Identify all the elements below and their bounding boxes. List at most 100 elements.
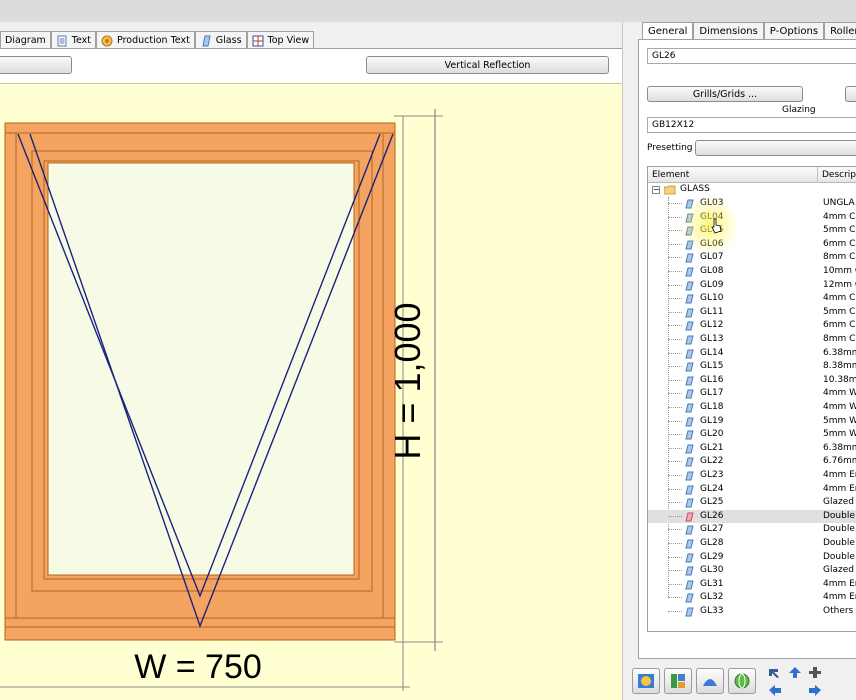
tab-general[interactable]: General: [642, 22, 694, 39]
glass-icon: [685, 580, 694, 590]
tree-branch: [668, 420, 682, 422]
vertical-reflection-button[interactable]: Vertical Reflection: [366, 56, 609, 74]
tree-item-gl27[interactable]: GL27 Double: [648, 523, 856, 537]
shape-tool-button[interactable]: [696, 668, 724, 694]
tree-item-description: 5mm Wh: [823, 429, 856, 440]
tree-item-gl08[interactable]: GL08 10mm C: [648, 265, 856, 279]
horizontal-reflection-button[interactable]: [0, 56, 72, 74]
tree-item-code: GL17: [700, 388, 724, 399]
tab-roller-shutter[interactable]: Roller Sh: [824, 22, 856, 39]
grills-grids-button[interactable]: Grills/Grids ...: [647, 86, 803, 102]
glass-icon: [685, 253, 694, 263]
tree-item-gl20[interactable]: GL20 5mm Wh: [648, 428, 856, 442]
tree-item-code: GL15: [700, 361, 724, 372]
tree-item-code: GL18: [700, 402, 724, 412]
tree-item-code: GL27: [700, 524, 724, 535]
tree-item-code: GL30: [700, 565, 724, 576]
column-description[interactable]: Descript: [818, 167, 856, 183]
tree-item-gl10[interactable]: GL10 4mm Cle: [648, 292, 856, 306]
secondary-button[interactable]: [845, 86, 856, 102]
tree-item-description: 5mm Wh: [823, 415, 856, 426]
tree-item-gl04[interactable]: GL044mm Cle: [648, 211, 856, 225]
tree-item-gl14[interactable]: GL14 6.38mm: [648, 347, 856, 361]
tree-item-code: GL14: [700, 347, 724, 358]
drawing-canvas[interactable]: H = 1,000 W = 750: [0, 83, 622, 700]
glass-code-field[interactable]: GL26: [647, 48, 856, 64]
tree-item-code: GL13: [700, 334, 724, 344]
column-element[interactable]: Element: [648, 167, 818, 183]
tab-glass[interactable]: Glass: [194, 31, 247, 49]
tree-branch: [668, 243, 682, 245]
tree-item-description: 4mm Cle: [823, 211, 856, 222]
tab-top-view[interactable]: Top View: [246, 31, 315, 49]
tree-item-code: GL23: [700, 470, 724, 480]
tree-item-description: Double: [823, 524, 855, 535]
tree-item-description: Double: [823, 538, 855, 548]
tab-diagram[interactable]: Diagram: [0, 31, 51, 49]
tree-item-gl17[interactable]: GL17 4mm Wh: [648, 387, 856, 401]
arrow-left-icon[interactable]: [768, 684, 782, 697]
arrow-right-icon[interactable]: [808, 684, 822, 697]
folder-icon: [664, 185, 676, 195]
tree-branch: [668, 298, 682, 300]
tree-item-description: 6mm Cle: [823, 320, 856, 331]
tree-item-gl30[interactable]: GL30 Glazed 4: [648, 564, 856, 578]
tree-item-gl31[interactable]: GL31 4mm En: [648, 578, 856, 592]
tree-item-gl16[interactable]: GL16 10.38mm: [648, 374, 856, 388]
tree-item-gl09[interactable]: GL09 12mm C: [648, 279, 856, 293]
tree-item-gl24[interactable]: GL24 4mm En: [648, 483, 856, 497]
layout-tool-button[interactable]: [664, 668, 692, 694]
tab-label: Top View: [267, 35, 310, 46]
tree-item-gl29[interactable]: GL29 Double: [648, 551, 856, 565]
tree-item-code: GL24: [700, 483, 724, 494]
tree-item-description: 6.38mm: [823, 442, 856, 453]
tree-item-gl13[interactable]: GL13 8mm Cle: [648, 333, 856, 347]
tree-item-gl19[interactable]: GL19 5mm Wh: [648, 415, 856, 429]
tree-item-gl18[interactable]: GL18 4mm Wh: [648, 401, 856, 415]
tree-item-gl32[interactable]: GL32 4mm En: [648, 591, 856, 605]
globe-icon: [734, 673, 750, 689]
tree-item-gl12[interactable]: GL12 6mm Cle: [648, 319, 856, 333]
tree-root[interactable]: − GLASS: [648, 183, 856, 197]
tree-item-gl25[interactable]: GL25 Glazed: [648, 496, 856, 510]
arrow-up-left-icon[interactable]: [768, 666, 782, 679]
tree-item-gl21[interactable]: GL21 6.38mm: [648, 442, 856, 456]
tab-production-text[interactable]: Production Text: [96, 31, 195, 49]
tree-item-gl28[interactable]: GL28 Double: [648, 537, 856, 551]
pane-splitter[interactable]: [622, 22, 632, 700]
tree-item-gl11[interactable]: GL11 5mm Cle: [648, 306, 856, 320]
glass-icon: [685, 349, 694, 359]
tree-item-code: GL32: [700, 592, 724, 603]
tree-item-gl23[interactable]: GL23 4mm En: [648, 469, 856, 483]
tab-p-options[interactable]: P-Options: [763, 22, 825, 39]
tree-item-gl15[interactable]: GL15 8.38mm: [648, 360, 856, 374]
tree-item-code: GL06: [700, 238, 724, 249]
tab-text[interactable]: Text: [50, 31, 97, 49]
glazing-select[interactable]: GB12X12: [647, 117, 856, 133]
collapse-icon[interactable]: −: [652, 186, 660, 194]
glass-icon: [685, 199, 694, 209]
presetting-select[interactable]: [695, 140, 856, 156]
tree-item-code: GL28: [700, 538, 724, 548]
tree-branch: [668, 488, 682, 490]
tree-item-gl22[interactable]: GL22 6.76mm: [648, 455, 856, 469]
plus-icon[interactable]: [808, 666, 822, 679]
cursor-hand-icon: [711, 218, 722, 234]
tree-item-gl03[interactable]: GL03 UNGLA: [648, 197, 856, 211]
tree-item-gl06[interactable]: GL06 6mm Cle: [648, 238, 856, 252]
document-icon: [57, 35, 67, 46]
glass-icon: [685, 485, 694, 495]
glass-icon: [685, 553, 694, 563]
tree-item-gl26[interactable]: GL26 Double: [648, 509, 856, 524]
glass-icon: [685, 417, 694, 427]
tree-branch: [668, 597, 682, 599]
web-tool-button[interactable]: [728, 668, 756, 694]
tab-dimensions[interactable]: Dimensions: [693, 22, 764, 39]
tree-item-gl05[interactable]: GL055mm Cle: [648, 224, 856, 238]
tree-item-gl33[interactable]: GL33 Others: [648, 605, 856, 619]
bottom-toolbar: [632, 664, 856, 700]
arrow-up-icon[interactable]: [788, 666, 802, 679]
tree-branch: [668, 556, 682, 558]
image-tool-button[interactable]: [632, 668, 660, 694]
tree-item-gl07[interactable]: GL07 8mm Cle: [648, 251, 856, 265]
